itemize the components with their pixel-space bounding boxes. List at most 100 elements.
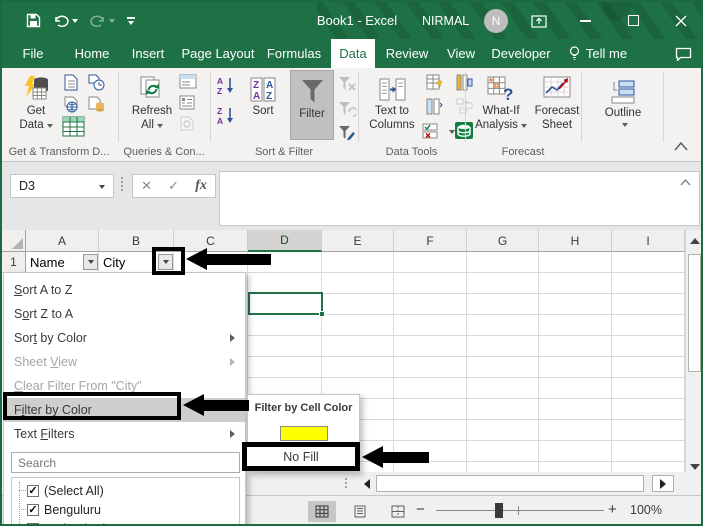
maximize-button[interactable] bbox=[616, 2, 650, 39]
row-header-1[interactable]: 1 bbox=[2, 252, 26, 273]
recent-sources-icon[interactable] bbox=[88, 74, 105, 96]
data-validation-icon[interactable] bbox=[422, 123, 444, 144]
checkbox-checked-icon[interactable]: ✓ bbox=[27, 503, 39, 516]
text-to-columns-button[interactable]: Text to Columns bbox=[364, 72, 420, 132]
zoom-in-icon[interactable]: + bbox=[608, 501, 617, 518]
properties-icon[interactable] bbox=[179, 95, 195, 115]
forecast-sheet-button[interactable]: Forecast Sheet bbox=[532, 72, 582, 132]
normal-view-button[interactable] bbox=[308, 501, 336, 522]
filter-search-input[interactable] bbox=[11, 452, 240, 473]
sort-z-to-a-icon[interactable]: ZA bbox=[216, 106, 237, 130]
sort-a-to-z-icon[interactable]: AZ bbox=[216, 76, 237, 100]
vertical-scrollbar[interactable] bbox=[685, 230, 701, 480]
zoom-out-icon[interactable]: − bbox=[416, 501, 425, 518]
horizontal-scroll-thumb[interactable] bbox=[376, 475, 644, 492]
name-box-dropdown-icon[interactable] bbox=[99, 185, 105, 189]
clear-filter-icon[interactable] bbox=[338, 76, 356, 97]
sort-button[interactable]: ZAAZ Sort bbox=[240, 72, 286, 118]
scroll-left-icon[interactable] bbox=[358, 475, 375, 492]
outline-button[interactable]: Outline bbox=[596, 74, 650, 127]
advanced-filter-icon[interactable] bbox=[338, 125, 356, 146]
user-name[interactable]: NIRMAL bbox=[422, 2, 469, 39]
tab-data[interactable]: Data bbox=[331, 39, 375, 68]
from-web-icon[interactable] bbox=[64, 96, 80, 118]
insert-function-icon[interactable]: fx bbox=[195, 178, 207, 194]
scroll-right-icon[interactable] bbox=[652, 475, 674, 492]
filter-button[interactable]: Filter bbox=[290, 70, 334, 140]
column-header-e[interactable]: E bbox=[322, 230, 394, 252]
menu-item-sort-a-to-z[interactable]: Sort A to Z bbox=[4, 278, 245, 302]
scroll-up-icon[interactable] bbox=[687, 232, 701, 250]
filter-value-bengaluru[interactable]: ✓ Benguluru bbox=[12, 500, 239, 519]
menu-item-text-filters[interactable]: Text Filters bbox=[4, 422, 245, 446]
tab-home[interactable]: Home bbox=[70, 39, 114, 68]
refresh-all-button[interactable]: Refresh All bbox=[126, 72, 178, 132]
cell-a1[interactable]: Name bbox=[26, 252, 84, 273]
collapse-ribbon-icon[interactable] bbox=[674, 138, 688, 156]
enter-icon[interactable]: ✓ bbox=[168, 178, 179, 194]
zoom-level[interactable]: 100% bbox=[630, 503, 662, 517]
page-break-preview-button[interactable] bbox=[384, 501, 412, 522]
what-if-analysis-button[interactable]: ? What-If Analysis bbox=[472, 72, 530, 132]
reapply-filter-icon[interactable] bbox=[338, 101, 358, 122]
checkbox-checked-icon[interactable]: ✓ bbox=[27, 484, 39, 497]
remove-duplicates-icon[interactable] bbox=[426, 98, 443, 120]
queries-connections-icon[interactable] bbox=[179, 74, 197, 94]
tab-page-layout[interactable]: Page Layout bbox=[180, 39, 256, 68]
select-all-corner[interactable] bbox=[2, 230, 26, 252]
vertical-scroll-thumb[interactable] bbox=[688, 254, 701, 372]
column-header-i[interactable]: I bbox=[612, 230, 685, 252]
column-header-f[interactable]: F bbox=[394, 230, 467, 252]
manage-data-model-icon[interactable] bbox=[454, 121, 474, 145]
menu-item-sort-z-to-a[interactable]: Sort Z to A bbox=[4, 302, 245, 326]
existing-connections-icon[interactable] bbox=[88, 96, 105, 118]
cell-b1[interactable]: City bbox=[99, 252, 155, 273]
formula-bar-splitter[interactable] bbox=[121, 177, 123, 191]
close-button[interactable] bbox=[664, 2, 698, 39]
no-fill-option[interactable]: No Fill bbox=[242, 442, 360, 471]
from-table-range-icon[interactable] bbox=[62, 116, 85, 142]
column-header-g[interactable]: G bbox=[467, 230, 539, 252]
name-box[interactable]: D3 bbox=[10, 174, 114, 198]
tab-review[interactable]: Review bbox=[381, 39, 433, 68]
column-header-a[interactable]: A bbox=[26, 230, 99, 252]
filter-value-hyderabad[interactable]: ✓Hyderabad bbox=[12, 519, 239, 524]
from-text-csv-icon[interactable] bbox=[64, 74, 79, 96]
feedback-icon[interactable] bbox=[668, 39, 698, 68]
flash-fill-icon[interactable] bbox=[426, 74, 443, 96]
save-icon[interactable] bbox=[26, 13, 41, 28]
formula-input[interactable] bbox=[219, 171, 700, 226]
customize-qat-button[interactable] bbox=[127, 16, 135, 25]
ribbon-display-options-button[interactable] bbox=[522, 2, 556, 39]
minimize-button[interactable] bbox=[568, 2, 602, 39]
tab-scroll-splitter[interactable] bbox=[345, 478, 347, 488]
get-data-button[interactable]: Get Data bbox=[12, 72, 60, 132]
cancel-icon[interactable]: ✕ bbox=[141, 178, 152, 194]
page-layout-view-button[interactable] bbox=[346, 501, 374, 522]
tab-developer[interactable]: Developer bbox=[488, 39, 554, 68]
redo-dropdown-icon[interactable] bbox=[109, 18, 115, 23]
name-filter-dropdown-button[interactable] bbox=[83, 254, 98, 270]
zoom-slider-handle[interactable] bbox=[495, 503, 503, 518]
avatar[interactable]: N bbox=[484, 9, 508, 33]
undo-dropdown-icon[interactable] bbox=[72, 18, 78, 23]
zoom-slider-track[interactable] bbox=[436, 510, 604, 511]
column-header-h[interactable]: H bbox=[539, 230, 612, 252]
checkbox-checked-icon[interactable]: ✓ bbox=[27, 522, 39, 524]
menu-item-sheet-view[interactable]: Sheet View bbox=[4, 350, 245, 374]
tab-view[interactable]: View bbox=[440, 39, 482, 68]
horizontal-scrollbar[interactable] bbox=[246, 472, 701, 495]
tab-insert[interactable]: Insert bbox=[126, 39, 170, 68]
filter-value-select-all[interactable]: ✓ (Select All) bbox=[12, 481, 239, 500]
undo-button[interactable] bbox=[53, 14, 78, 28]
edit-links-icon[interactable] bbox=[179, 116, 195, 136]
collapse-formula-bar-icon[interactable] bbox=[680, 179, 691, 186]
tab-tell-me[interactable]: Tell me bbox=[560, 39, 636, 68]
tab-formulas[interactable]: Formulas bbox=[264, 39, 324, 68]
redo-button[interactable] bbox=[90, 14, 115, 28]
selected-cell-d3[interactable] bbox=[248, 292, 325, 317]
fill-handle[interactable] bbox=[319, 311, 325, 317]
tab-file[interactable]: File bbox=[14, 39, 52, 68]
yellow-color-swatch[interactable] bbox=[280, 426, 328, 441]
menu-item-sort-by-color[interactable]: Sort by Color bbox=[4, 326, 245, 350]
